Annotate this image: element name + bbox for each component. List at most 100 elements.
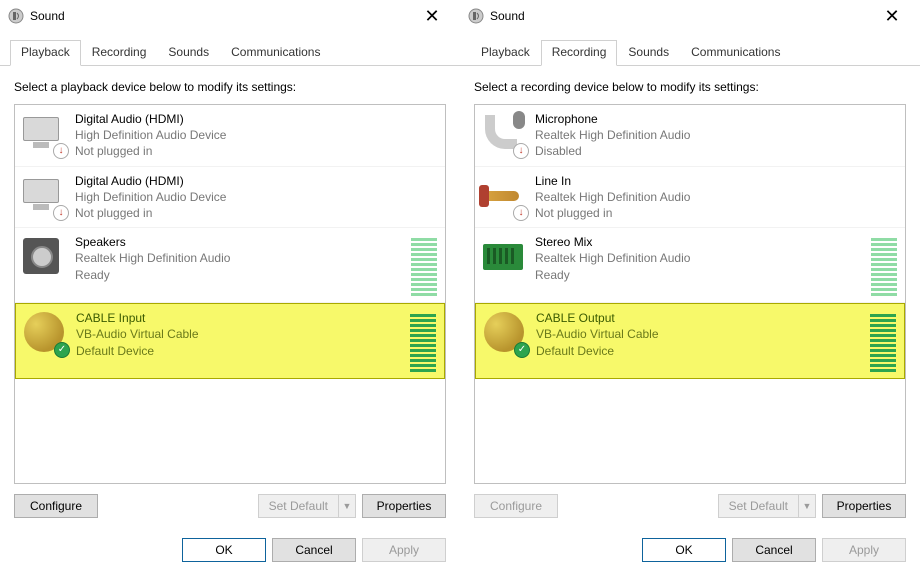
unplugged-badge-icon: ↓	[53, 205, 69, 221]
set-default-split: Set Default ▼	[258, 494, 356, 518]
sound-app-icon	[8, 8, 24, 24]
device-name: Microphone	[535, 111, 899, 127]
instruction-text: Select a playback device below to modify…	[14, 80, 446, 94]
default-badge-icon: ✓	[54, 342, 70, 358]
device-info: Digital Audio (HDMI)High Definition Audi…	[75, 111, 439, 160]
tab-sounds[interactable]: Sounds	[157, 40, 220, 66]
device-name: Digital Audio (HDMI)	[75, 173, 439, 189]
monitor-icon: ↓	[23, 113, 65, 155]
device-info: SpeakersRealtek High Definition AudioRea…	[75, 234, 405, 283]
action-row: Configure Set Default ▼ Properties	[14, 494, 446, 518]
apply-button: Apply	[362, 538, 446, 562]
default-badge-icon: ✓	[514, 342, 530, 358]
set-default-dropdown-icon: ▼	[338, 494, 356, 518]
device-row[interactable]: ↓Digital Audio (HDMI)High Definition Aud…	[15, 105, 445, 167]
set-default-button: Set Default	[258, 494, 338, 518]
device-list[interactable]: ↓MicrophoneRealtek High Definition Audio…	[474, 104, 906, 484]
device-name: CABLE Input	[76, 310, 404, 326]
dialog-footer: OK Cancel Apply	[460, 530, 920, 574]
device-status: Not plugged in	[75, 205, 439, 221]
mic-icon: ↓	[483, 113, 525, 155]
device-info: MicrophoneRealtek High Definition AudioD…	[535, 111, 899, 160]
device-status: Not plugged in	[75, 143, 439, 159]
configure-button[interactable]: Configure	[14, 494, 98, 518]
titlebar: Sound ✕	[0, 0, 460, 32]
cable-icon: ✓	[24, 312, 66, 354]
device-desc: VB-Audio Virtual Cable	[536, 326, 864, 342]
tab-content: Select a playback device below to modify…	[0, 66, 460, 530]
tab-playback[interactable]: Playback	[10, 40, 81, 66]
tab-playback[interactable]: Playback	[470, 40, 541, 66]
speaker-icon	[23, 236, 65, 278]
tab-recording[interactable]: Recording	[541, 40, 618, 66]
device-name: Speakers	[75, 234, 405, 250]
device-desc: Realtek High Definition Audio	[535, 250, 865, 266]
apply-button: Apply	[822, 538, 906, 562]
device-list[interactable]: ↓Digital Audio (HDMI)High Definition Aud…	[14, 104, 446, 484]
level-meter	[411, 238, 437, 296]
instruction-text: Select a recording device below to modif…	[474, 80, 906, 94]
window-title: Sound	[30, 9, 412, 23]
action-row: Configure Set Default ▼ Properties	[474, 494, 906, 518]
device-row[interactable]: ↓Digital Audio (HDMI)High Definition Aud…	[15, 167, 445, 229]
device-info: CABLE OutputVB-Audio Virtual CableDefaul…	[536, 310, 864, 359]
tab-sounds[interactable]: Sounds	[617, 40, 680, 66]
tab-communications[interactable]: Communications	[220, 40, 331, 66]
cancel-button[interactable]: Cancel	[732, 538, 816, 562]
tabstrip: Playback Recording Sounds Communications	[460, 32, 920, 66]
tabstrip: Playback Recording Sounds Communications	[0, 32, 460, 66]
tab-recording[interactable]: Recording	[81, 40, 158, 66]
device-desc: High Definition Audio Device	[75, 189, 439, 205]
device-row[interactable]: Stereo MixRealtek High Definition AudioR…	[475, 228, 905, 303]
titlebar: Sound ✕	[460, 0, 920, 32]
device-name: Stereo Mix	[535, 234, 865, 250]
device-row[interactable]: ✓CABLE OutputVB-Audio Virtual CableDefau…	[475, 303, 905, 379]
ok-button[interactable]: OK	[642, 538, 726, 562]
window-title: Sound	[490, 9, 872, 23]
monitor-icon: ↓	[23, 175, 65, 217]
device-status: Disabled	[535, 143, 899, 159]
device-desc: Realtek High Definition Audio	[75, 250, 405, 266]
device-row[interactable]: ↓MicrophoneRealtek High Definition Audio…	[475, 105, 905, 167]
set-default-split: Set Default ▼	[718, 494, 816, 518]
cable-icon: ✓	[484, 312, 526, 354]
device-row[interactable]: ✓CABLE InputVB-Audio Virtual CableDefaul…	[15, 303, 445, 379]
device-info: CABLE InputVB-Audio Virtual CableDefault…	[76, 310, 404, 359]
device-name: Line In	[535, 173, 899, 189]
device-info: Digital Audio (HDMI)High Definition Audi…	[75, 173, 439, 222]
level-meter	[870, 314, 896, 372]
tab-communications[interactable]: Communications	[680, 40, 791, 66]
set-default-button: Set Default	[718, 494, 798, 518]
unplugged-badge-icon: ↓	[513, 143, 529, 159]
sound-dialog-recording: Sound ✕ Playback Recording Sounds Commun…	[460, 0, 920, 574]
close-icon[interactable]: ✕	[412, 6, 452, 27]
level-meter	[871, 238, 897, 296]
level-meter	[410, 314, 436, 372]
device-info: Line InRealtek High Definition AudioNot …	[535, 173, 899, 222]
device-status: Ready	[75, 267, 405, 283]
device-status: Default Device	[76, 343, 404, 359]
device-desc: Realtek High Definition Audio	[535, 189, 899, 205]
dialog-footer: OK Cancel Apply	[0, 530, 460, 574]
device-desc: High Definition Audio Device	[75, 127, 439, 143]
properties-button[interactable]: Properties	[362, 494, 446, 518]
device-desc: VB-Audio Virtual Cable	[76, 326, 404, 342]
unplugged-badge-icon: ↓	[53, 143, 69, 159]
configure-button: Configure	[474, 494, 558, 518]
properties-button[interactable]: Properties	[822, 494, 906, 518]
device-status: Ready	[535, 267, 865, 283]
device-row[interactable]: ↓Line InRealtek High Definition AudioNot…	[475, 167, 905, 229]
device-info: Stereo MixRealtek High Definition AudioR…	[535, 234, 865, 283]
cancel-button[interactable]: Cancel	[272, 538, 356, 562]
ok-button[interactable]: OK	[182, 538, 266, 562]
sound-app-icon	[468, 8, 484, 24]
set-default-dropdown-icon: ▼	[798, 494, 816, 518]
close-icon[interactable]: ✕	[872, 6, 912, 27]
jack-icon: ↓	[483, 175, 525, 217]
sound-dialog-playback: Sound ✕ Playback Recording Sounds Commun…	[0, 0, 460, 574]
card-icon	[483, 236, 525, 278]
device-status: Default Device	[536, 343, 864, 359]
device-name: CABLE Output	[536, 310, 864, 326]
device-desc: Realtek High Definition Audio	[535, 127, 899, 143]
device-row[interactable]: SpeakersRealtek High Definition AudioRea…	[15, 228, 445, 303]
